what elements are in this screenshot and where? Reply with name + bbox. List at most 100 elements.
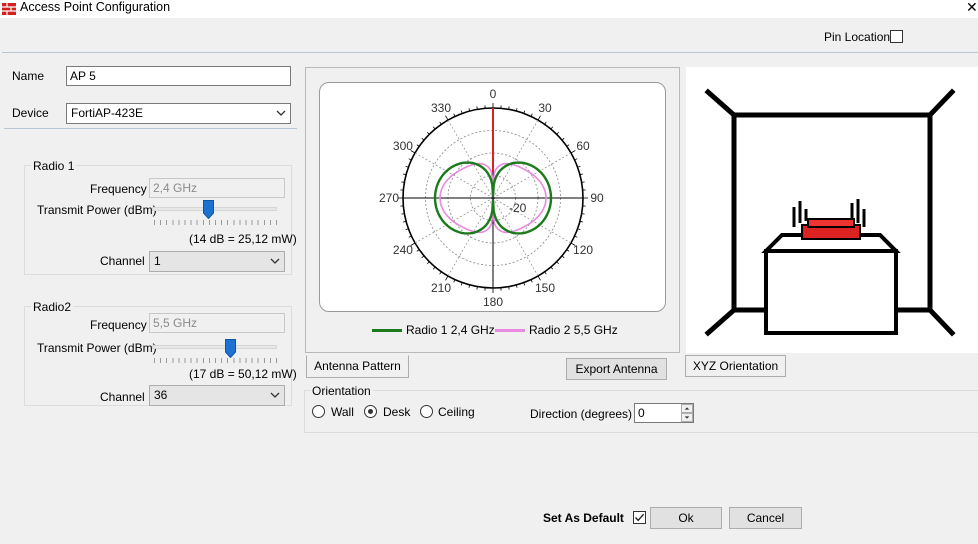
ok-button[interactable]: Ok bbox=[650, 507, 722, 529]
radio1-frequency-label: Frequency bbox=[90, 182, 147, 196]
polar-angle-label: 90 bbox=[590, 191, 604, 205]
polar-tick bbox=[537, 275, 541, 281]
desk bbox=[761, 233, 901, 335]
orientation-ceiling-label: Ceiling bbox=[438, 405, 475, 419]
radio1-power-thumb[interactable] bbox=[202, 200, 214, 219]
polar-tick bbox=[432, 266, 436, 270]
tab-xyz-orientation[interactable]: XYZ Orientation bbox=[685, 355, 786, 377]
polar-tick bbox=[561, 137, 565, 141]
radio2-frequency-label: Frequency bbox=[90, 318, 147, 332]
direction-spinner[interactable]: 0 bbox=[634, 403, 694, 423]
orientation-desk-radio[interactable] bbox=[364, 405, 377, 418]
radio2-power-readout: (17 dB = 50,12 mW) bbox=[189, 367, 297, 381]
radio2-frequency-field: 5,5 GHz bbox=[149, 313, 285, 333]
polar-grid-spoke bbox=[414, 152, 494, 199]
polar-tick bbox=[561, 255, 565, 259]
direction-label: Direction (degrees) bbox=[530, 407, 633, 421]
polar-angle-label: 300 bbox=[393, 139, 413, 153]
spin-up-icon[interactable] bbox=[681, 404, 693, 413]
polar-tick bbox=[508, 286, 510, 290]
polar-tick bbox=[550, 126, 554, 130]
header-divider bbox=[2, 52, 978, 53]
device-select-value: FortiAP-423E bbox=[71, 106, 144, 120]
name-label: Name bbox=[12, 69, 45, 83]
polar-tick bbox=[421, 137, 425, 141]
polar-radial-label: -20 bbox=[509, 201, 527, 215]
app-icon bbox=[2, 3, 16, 15]
tab-antenna-pattern[interactable]: Antenna Pattern bbox=[306, 355, 409, 378]
check-icon bbox=[634, 513, 645, 522]
spin-down-icon[interactable] bbox=[681, 413, 693, 422]
radio1-power-track[interactable] bbox=[152, 207, 277, 211]
radio2-power-ticks bbox=[154, 358, 277, 363]
polar-grid-spoke bbox=[492, 152, 572, 199]
polar-grid-spoke bbox=[492, 119, 539, 199]
legend-label-radio1: Radio 1 2,4 GHz bbox=[406, 323, 495, 337]
radio1-power-label: Transmit Power (dBm) bbox=[37, 203, 157, 217]
polar-grid-spoke bbox=[447, 197, 494, 277]
polar-grid-spoke bbox=[414, 197, 494, 244]
polar-angle-label: 150 bbox=[535, 281, 555, 295]
name-input[interactable]: AP 5 bbox=[66, 66, 291, 86]
device-select[interactable]: FortiAP-423E bbox=[66, 103, 291, 124]
polar-angle-label: 60 bbox=[576, 139, 590, 153]
polar-tick bbox=[556, 261, 560, 265]
polar-tick bbox=[445, 115, 449, 121]
radio2-power-thumb[interactable] bbox=[225, 339, 237, 358]
polar-tick bbox=[432, 126, 436, 130]
polar-grid-spoke bbox=[492, 197, 572, 244]
polar-angle-label: 0 bbox=[490, 87, 497, 101]
radio1-channel-value: 1 bbox=[154, 254, 161, 268]
legend-label-radio2: Radio 2 5,5 GHz bbox=[529, 323, 618, 337]
polar-tick bbox=[421, 255, 425, 259]
polar-tick bbox=[445, 275, 449, 281]
polar-angle-label: 30 bbox=[538, 101, 552, 115]
polar-tick bbox=[537, 115, 541, 121]
access-point-device bbox=[801, 218, 861, 240]
device-label: Device bbox=[12, 106, 49, 120]
polar-angle-label: 180 bbox=[483, 295, 503, 309]
radio1-channel-select[interactable]: 1 bbox=[149, 251, 285, 272]
polar-tick bbox=[476, 286, 478, 290]
polar-angle-label: 270 bbox=[379, 191, 399, 205]
polar-grid-spoke bbox=[447, 119, 494, 199]
orientation-title: Orientation bbox=[310, 384, 373, 398]
form-divider bbox=[4, 128, 297, 129]
radio2-channel-label: Channel bbox=[100, 390, 145, 404]
radio2-channel-select[interactable]: 36 bbox=[149, 385, 285, 406]
radio2-title: Radio2 bbox=[31, 300, 74, 314]
set-as-default-label: Set As Default bbox=[543, 511, 624, 525]
orientation-wall-label: Wall bbox=[331, 405, 354, 419]
window-title: Access Point Configuration bbox=[20, 0, 171, 14]
radio2-power-track[interactable] bbox=[152, 345, 277, 349]
radio1-power-ticks bbox=[154, 220, 277, 225]
orientation-desk-label: Desk bbox=[383, 405, 411, 419]
orientation-ceiling-radio[interactable] bbox=[420, 405, 433, 418]
radio2-channel-value: 36 bbox=[154, 388, 168, 402]
legend-swatch-radio2 bbox=[495, 329, 525, 332]
antenna-polar-chart: 0 30 60 90 120 150 180 210 240 270 300 330 -20 bbox=[379, 87, 604, 309]
polar-angle-label: 240 bbox=[393, 243, 413, 257]
radio2-power-label: Transmit Power (dBm) bbox=[37, 341, 157, 355]
polar-tick bbox=[401, 181, 405, 183]
pin-location-checkbox[interactable] bbox=[890, 30, 903, 43]
direction-value: 0 bbox=[638, 406, 645, 420]
legend-swatch-radio1 bbox=[372, 329, 402, 332]
chevron-down-icon bbox=[276, 110, 286, 116]
cancel-button[interactable]: Cancel bbox=[729, 507, 802, 529]
set-as-default-checkbox[interactable] bbox=[633, 511, 646, 524]
chevron-down-icon bbox=[270, 258, 280, 264]
radio1-frequency-field: 2,4 GHz bbox=[149, 178, 285, 198]
pin-location-label: Pin Location bbox=[824, 30, 891, 44]
export-antenna-button[interactable]: Export Antenna bbox=[566, 358, 667, 380]
polar-angle-label: 330 bbox=[431, 101, 451, 115]
close-icon[interactable]: ✕ bbox=[966, 0, 978, 16]
radio1-title: Radio 1 bbox=[31, 159, 77, 173]
polar-tick bbox=[556, 131, 560, 135]
room-illustration bbox=[704, 88, 956, 337]
polar-tick bbox=[401, 213, 405, 215]
radio1-channel-label: Channel bbox=[100, 254, 145, 268]
orientation-wall-radio[interactable] bbox=[312, 405, 325, 418]
radio1-power-readout: (14 dB = 25,12 mW) bbox=[189, 232, 297, 246]
polar-tick bbox=[476, 106, 478, 110]
